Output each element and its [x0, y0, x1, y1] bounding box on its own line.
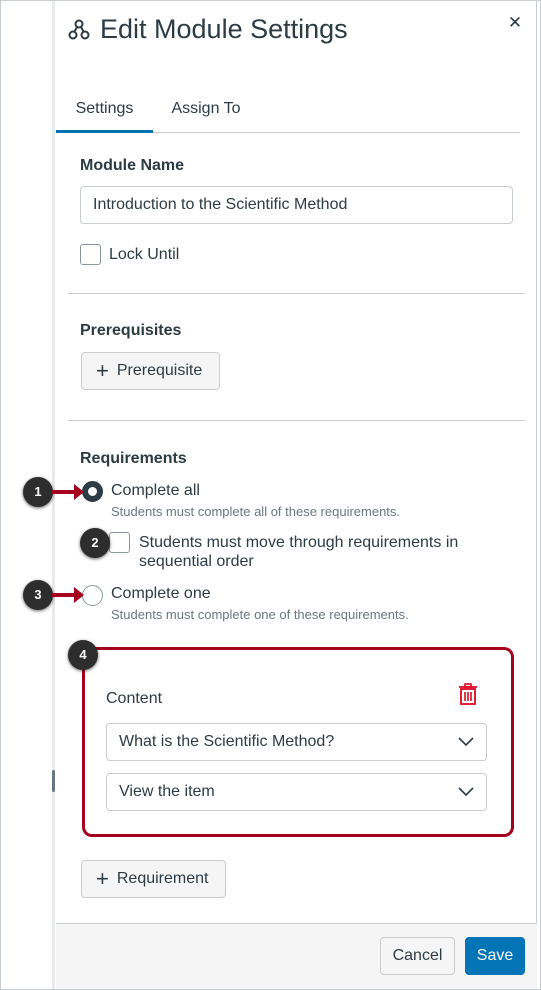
- lock-until-checkbox[interactable]: [80, 244, 101, 265]
- chevron-down-icon: [458, 737, 474, 747]
- close-icon[interactable]: ✕: [504, 12, 526, 34]
- module-name-label: Module Name: [80, 157, 185, 174]
- tray-header: Edit Module Settings: [68, 14, 348, 45]
- add-prerequisite-button[interactable]: + Prerequisite: [81, 352, 220, 390]
- save-button[interactable]: Save: [465, 937, 525, 975]
- background-scroll-mark: [52, 770, 55, 792]
- content-label: Content: [106, 690, 163, 707]
- plus-icon: +: [96, 866, 109, 891]
- page-title: Edit Module Settings: [100, 14, 348, 44]
- complete-one-radio[interactable]: [82, 585, 103, 606]
- section-divider: [68, 420, 525, 421]
- complete-all-label: Complete all: [111, 482, 200, 499]
- module-icon: [68, 19, 90, 39]
- add-requirement-label: Requirement: [116, 870, 209, 887]
- content-item-select[interactable]: What is the Scientific Method?: [106, 723, 487, 761]
- plus-icon: +: [96, 358, 109, 383]
- callout-arrow: [52, 484, 84, 500]
- lock-until-label: Lock Until: [109, 246, 180, 263]
- complete-one-hint: Students must complete one of these requ…: [111, 607, 409, 622]
- sequential-order-checkbox[interactable]: [109, 532, 130, 553]
- cancel-button[interactable]: Cancel: [380, 937, 455, 975]
- complete-all-hint: Students must complete all of these requ…: [111, 504, 401, 519]
- callout-arrow: [52, 587, 84, 603]
- trash-icon[interactable]: [458, 683, 478, 705]
- callout-badge-4: 4: [68, 640, 98, 670]
- add-prerequisite-label: Prerequisite: [116, 362, 203, 379]
- module-name-input[interactable]: Introduction to the Scientific Method: [80, 186, 513, 224]
- content-item-value: What is the Scientific Method?: [119, 733, 335, 750]
- sequential-order-label-line2: sequential order: [139, 553, 254, 570]
- add-requirement-button[interactable]: + Requirement: [81, 860, 226, 898]
- requirement-type-value: View the item: [119, 783, 215, 800]
- callout-badge-1: 1: [23, 477, 53, 507]
- tab-assign-to[interactable]: Assign To: [161, 88, 251, 133]
- requirements-heading: Requirements: [80, 450, 187, 467]
- requirement-type-select[interactable]: View the item: [106, 773, 487, 811]
- sequential-order-label-line1: Students must move through requirements …: [139, 534, 459, 551]
- prerequisites-heading: Prerequisites: [80, 322, 182, 339]
- complete-all-radio[interactable]: [82, 481, 103, 502]
- tab-settings[interactable]: Settings: [56, 88, 153, 133]
- section-divider: [68, 293, 525, 294]
- callout-badge-3: 3: [23, 580, 53, 610]
- chevron-down-icon: [458, 787, 474, 797]
- tab-list: Settings Assign To: [56, 88, 520, 133]
- complete-one-label: Complete one: [111, 585, 211, 602]
- callout-badge-2: 2: [80, 528, 110, 558]
